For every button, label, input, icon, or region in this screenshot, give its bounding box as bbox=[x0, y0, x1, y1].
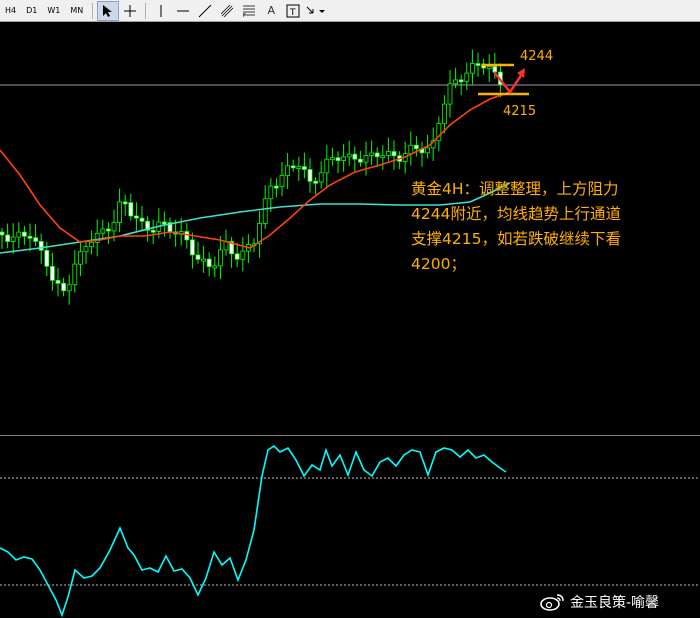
svg-text:F: F bbox=[243, 13, 246, 18]
arrows-tool-icon[interactable] bbox=[304, 1, 326, 21]
vertical-line-tool-icon[interactable] bbox=[150, 1, 172, 21]
candle bbox=[201, 246, 207, 273]
candle bbox=[55, 267, 61, 297]
candle bbox=[380, 145, 386, 170]
candle bbox=[279, 162, 285, 197]
trendline-tool-icon[interactable] bbox=[194, 1, 216, 21]
candle bbox=[341, 144, 347, 172]
label-tool-letter: T bbox=[289, 8, 296, 18]
candle bbox=[273, 178, 279, 198]
timeframe-h4[interactable]: H4 bbox=[0, 0, 21, 22]
support-label: 4215 bbox=[503, 104, 537, 119]
candle bbox=[50, 252, 55, 291]
candle bbox=[139, 206, 145, 230]
candle bbox=[385, 137, 391, 162]
candle bbox=[100, 219, 106, 239]
candle bbox=[313, 177, 319, 195]
candle bbox=[408, 131, 414, 166]
crosshair-tool-icon[interactable] bbox=[119, 1, 141, 21]
candle bbox=[447, 70, 453, 118]
candle bbox=[94, 219, 100, 257]
candle bbox=[374, 147, 380, 168]
timeframe-d1[interactable]: D1 bbox=[21, 0, 42, 22]
candle bbox=[262, 185, 268, 229]
candle bbox=[296, 156, 302, 181]
candle bbox=[122, 194, 128, 217]
candle bbox=[229, 237, 235, 268]
label-tool-icon[interactable]: T bbox=[282, 1, 304, 21]
candle bbox=[413, 136, 419, 157]
candle bbox=[89, 230, 94, 255]
candle bbox=[234, 242, 240, 267]
candle bbox=[481, 58, 487, 75]
candle bbox=[212, 256, 218, 277]
horizontal-line-tool-icon[interactable] bbox=[172, 1, 194, 21]
candle bbox=[419, 141, 425, 167]
candle bbox=[167, 217, 173, 239]
candle bbox=[206, 252, 212, 277]
candle bbox=[27, 223, 33, 252]
candle bbox=[128, 193, 134, 221]
candle bbox=[117, 188, 122, 233]
candle bbox=[78, 240, 83, 277]
candle bbox=[72, 250, 78, 293]
candle bbox=[83, 242, 89, 264]
candle bbox=[285, 153, 291, 189]
timeframe-mn[interactable]: MN bbox=[65, 0, 88, 22]
resistance-label: 4244 bbox=[520, 49, 554, 64]
candle bbox=[301, 152, 307, 179]
fibonacci-tool-icon[interactable]: F bbox=[238, 1, 260, 21]
channel-tool-icon[interactable] bbox=[216, 1, 238, 21]
candle bbox=[290, 159, 296, 172]
candle bbox=[486, 54, 492, 82]
candle bbox=[357, 150, 363, 167]
candle bbox=[335, 151, 341, 174]
toolbar-separator bbox=[145, 2, 147, 19]
candle bbox=[257, 210, 263, 258]
oscillator-line bbox=[0, 444, 507, 618]
candle bbox=[307, 158, 313, 193]
toolbar-separator bbox=[92, 2, 94, 19]
candle bbox=[363, 141, 369, 176]
chart-toolbar: H4 D1 W1 MN F A T bbox=[0, 0, 700, 22]
candle bbox=[441, 95, 447, 134]
candle bbox=[318, 161, 324, 189]
candle bbox=[61, 277, 66, 297]
candle bbox=[189, 232, 195, 269]
oscillator-chart bbox=[0, 444, 700, 618]
candle bbox=[21, 225, 27, 245]
candle bbox=[391, 140, 397, 170]
analysis-annotation: 黄金4H：调整整理，上方阻力 4244附近，均线趋势上行通道 支撑4215，如若… bbox=[411, 180, 621, 273]
text-tool-icon[interactable]: A bbox=[260, 1, 282, 21]
candle bbox=[106, 222, 111, 244]
candle bbox=[10, 223, 16, 254]
candle bbox=[369, 140, 375, 165]
candle bbox=[268, 177, 274, 212]
candle bbox=[352, 146, 358, 173]
weibo-logo-icon bbox=[540, 594, 564, 611]
candle bbox=[324, 145, 330, 187]
candle bbox=[469, 49, 475, 85]
candle bbox=[397, 151, 403, 170]
candle bbox=[5, 223, 10, 249]
candle bbox=[217, 236, 223, 279]
candle bbox=[475, 52, 481, 77]
watermark-text: 金玉良策-喻馨 bbox=[570, 595, 660, 611]
timeframe-w1[interactable]: W1 bbox=[42, 0, 65, 22]
candle bbox=[464, 62, 470, 90]
candle bbox=[195, 241, 201, 264]
candle bbox=[133, 202, 139, 232]
candle bbox=[16, 222, 22, 249]
watermark: 金玉良策-喻馨 bbox=[540, 592, 659, 612]
candle bbox=[66, 274, 72, 305]
candle bbox=[346, 140, 352, 166]
candle bbox=[0, 228, 5, 249]
cursor-tool-icon[interactable] bbox=[97, 0, 120, 21]
candle bbox=[150, 219, 156, 244]
candle bbox=[329, 148, 335, 166]
candle bbox=[240, 237, 246, 272]
candle bbox=[33, 224, 38, 246]
